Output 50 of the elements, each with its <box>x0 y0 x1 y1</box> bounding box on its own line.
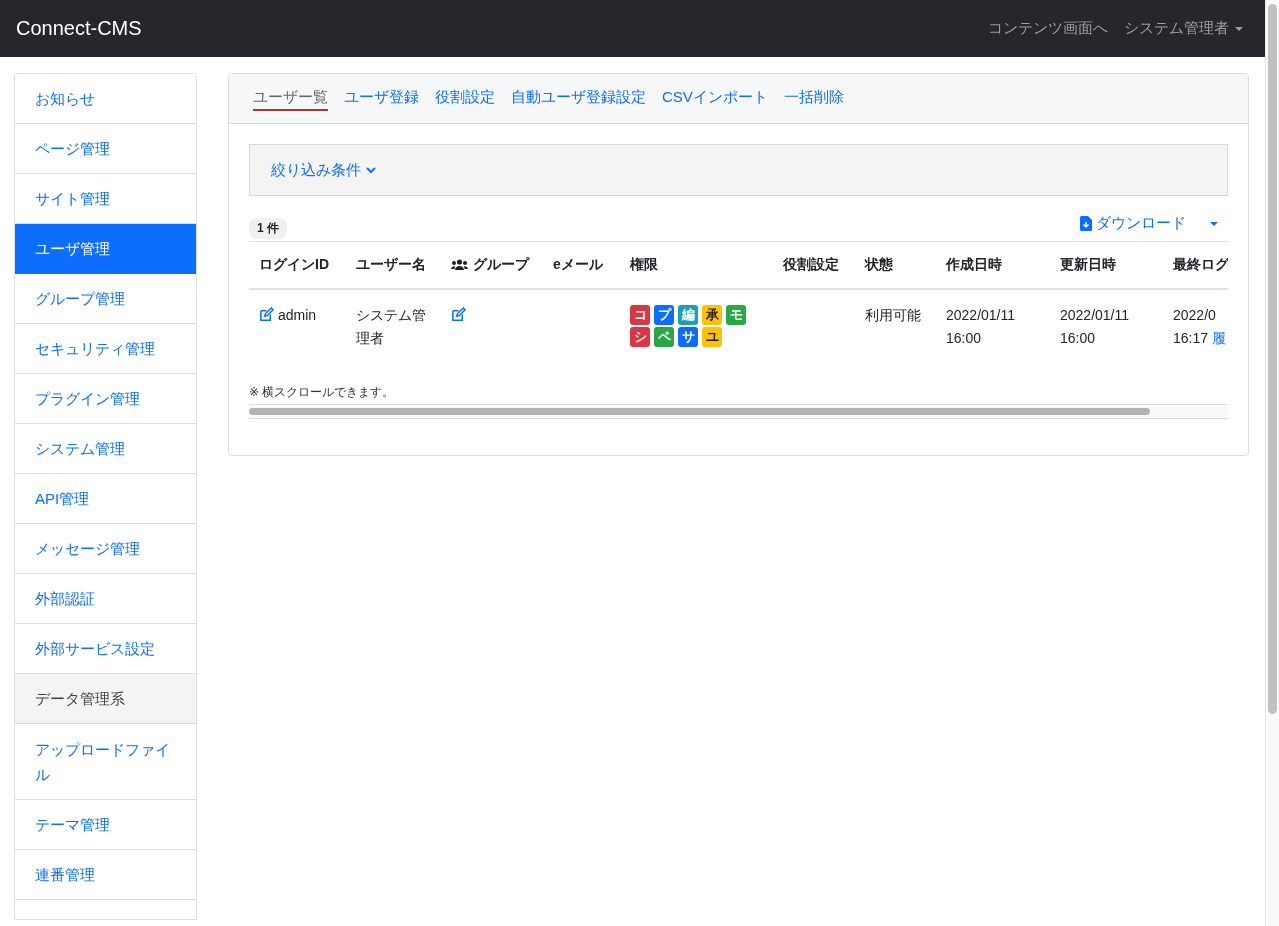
nav-link[interactable]: コンテンツ画面へ <box>988 19 1108 38</box>
column-header: 役割設定 <box>783 256 839 272</box>
history-link[interactable]: 履 <box>1211 330 1226 346</box>
permission-badge: シ <box>630 327 650 347</box>
horizontal-scrollbar[interactable] <box>249 404 1228 419</box>
permission-badge: 編 <box>678 305 698 325</box>
table-cell: 2022/01/11 16:00 <box>946 307 1016 346</box>
table-cell: システム管理者 <box>356 307 426 346</box>
sidebar-item[interactable]: お知らせ <box>15 74 196 124</box>
table-cell: 16:17 <box>1173 330 1209 346</box>
column-header: ログインID <box>259 256 329 272</box>
caret-icon[interactable] <box>1210 221 1218 226</box>
brand-logo[interactable]: Connect-CMS <box>16 17 142 40</box>
scroll-note: ※ 横スクロールできます。 <box>249 384 396 401</box>
tab[interactable]: 一括削除 <box>783 86 844 111</box>
permission-badge: ユ <box>702 327 722 347</box>
table-cell: 2022/0 <box>1173 307 1216 323</box>
sidebar-item[interactable]: ユーザ管理 <box>15 224 196 274</box>
filter-toggle[interactable]: 絞り込み条件 <box>249 144 1228 196</box>
sidebar-header: データ管理系 <box>15 674 196 724</box>
tab[interactable]: 役割設定 <box>435 86 495 111</box>
chevron-icon <box>366 166 376 174</box>
permission-badge: モ <box>726 305 746 325</box>
permission-badge: プ <box>654 305 674 325</box>
table-cell: 利用可能 <box>865 307 921 323</box>
tab[interactable]: ユーザー覧 <box>253 86 328 111</box>
user-menu[interactable]: システム管理者 <box>1124 19 1243 38</box>
permission-badge: サ <box>678 327 698 347</box>
tab[interactable]: CSVインポート <box>662 86 768 111</box>
users-icon <box>451 259 468 271</box>
edit-icon[interactable] <box>451 307 466 322</box>
tab[interactable]: ユーザ登録 <box>344 86 419 111</box>
file-download-icon[interactable] <box>1080 216 1092 231</box>
edit-icon[interactable] <box>259 307 274 322</box>
column-header: 権限 <box>630 256 658 272</box>
permission-badge: 承 <box>702 305 722 325</box>
permission-badge: コ <box>630 305 650 325</box>
download-button[interactable]: ダウンロード <box>1096 214 1186 233</box>
vertical-scrollbar[interactable] <box>1265 0 1279 926</box>
tab[interactable]: 自動ユーザ登録設定 <box>511 86 646 111</box>
column-header: eメール <box>553 256 603 272</box>
column-header: 作成日時 <box>946 256 1002 272</box>
table-cell: admin <box>278 307 317 323</box>
column-header: 更新日時 <box>1060 256 1116 272</box>
column-header: 状態 <box>865 256 893 272</box>
count-badge: 1 件 <box>249 218 287 239</box>
table-cell: 2022/01/11 16:00 <box>1060 307 1130 346</box>
column-header: ユーザー名 <box>356 256 426 272</box>
column-header: グループ <box>473 256 529 274</box>
permission-badge: ペ <box>654 327 674 347</box>
